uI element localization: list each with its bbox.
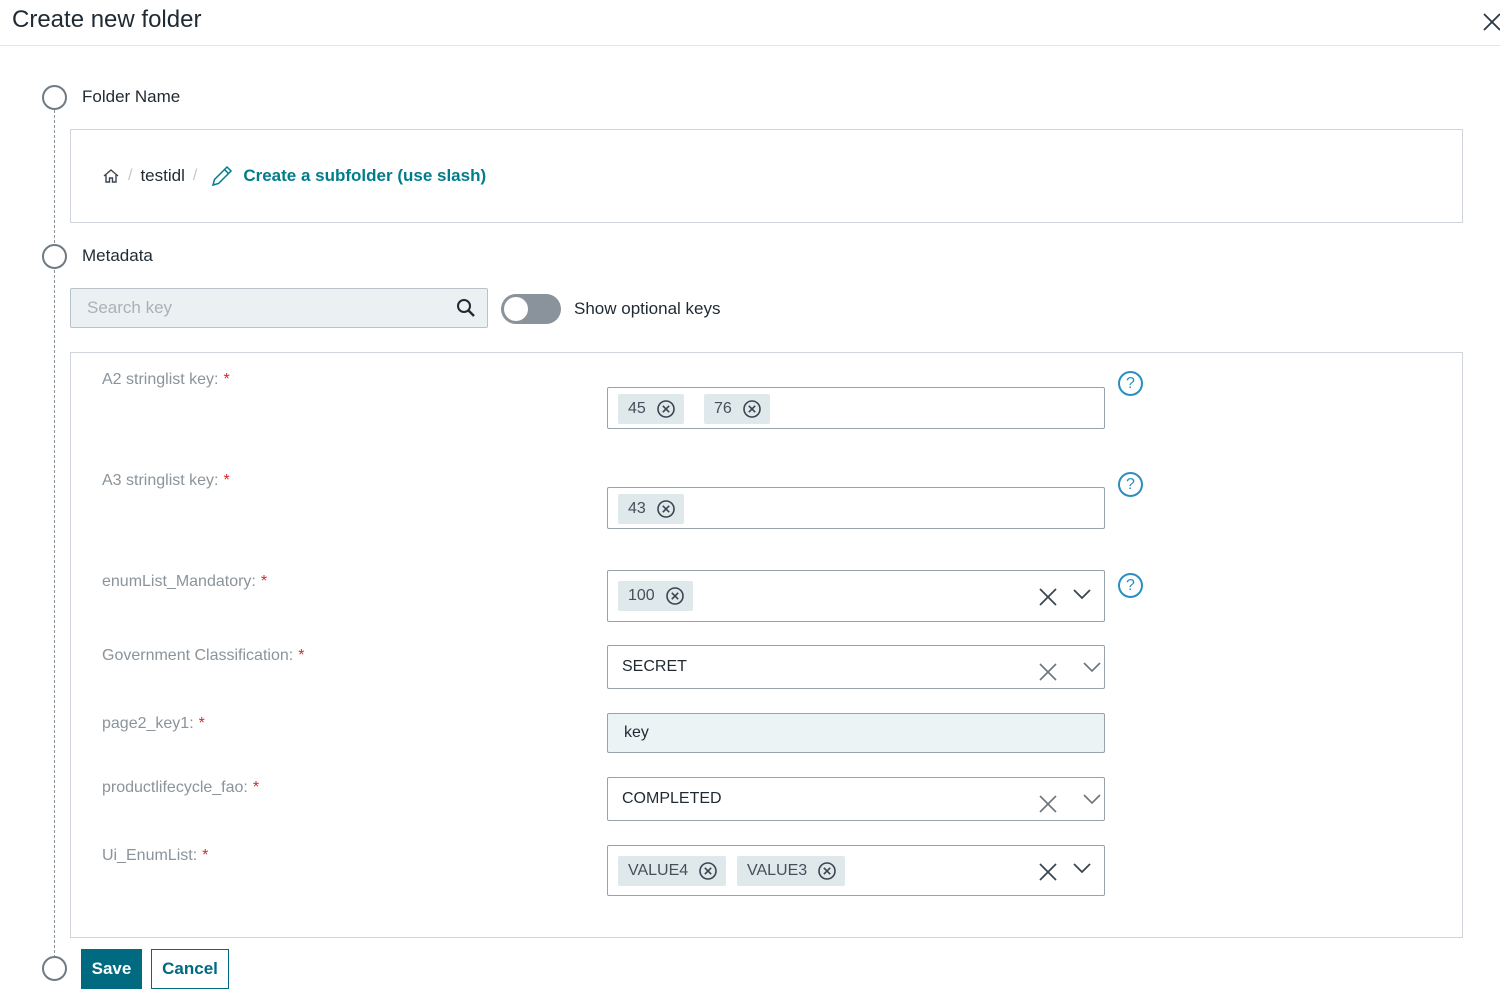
remove-tag-icon[interactable] <box>656 499 676 519</box>
field-label-government-classification: Government Classification: * <box>102 647 305 664</box>
field-label-a2-stringlist: A2 stringlist key: * <box>102 371 230 388</box>
clear-icon[interactable] <box>1038 662 1058 682</box>
field-label-ui-enumlist: Ui_EnumList: * <box>102 847 209 864</box>
input-value: key <box>624 724 649 741</box>
tag-chip: 76 <box>704 394 770 424</box>
step-indicator-folder-name <box>42 85 67 110</box>
tag-chip: 100 <box>618 581 693 611</box>
home-icon[interactable] <box>102 167 120 185</box>
enumlist-mandatory-select[interactable]: 100 <box>607 570 1105 622</box>
show-optional-keys-label: Show optional keys <box>574 299 721 318</box>
remove-tag-icon[interactable] <box>817 861 837 881</box>
remove-tag-icon[interactable] <box>665 586 685 606</box>
search-key-box <box>70 288 488 328</box>
remove-tag-icon[interactable] <box>742 399 762 419</box>
save-button[interactable]: Save <box>81 949 142 989</box>
show-optional-keys-toggle[interactable] <box>501 294 561 324</box>
help-icon[interactable]: ? <box>1118 573 1143 598</box>
tag-chip: VALUE4 <box>618 856 727 886</box>
breadcrumb-separator: / <box>128 167 133 184</box>
help-icon[interactable]: ? <box>1118 371 1143 396</box>
tag-chip: VALUE3 <box>737 856 846 886</box>
search-icon[interactable] <box>455 297 477 319</box>
select-value: SECRET <box>622 658 687 675</box>
clear-icon[interactable] <box>1038 794 1058 814</box>
close-icon[interactable] <box>1480 8 1500 36</box>
step-label-folder-name: Folder Name <box>82 87 181 106</box>
pencil-icon[interactable] <box>209 163 235 189</box>
government-classification-select[interactable]: SECRET <box>607 645 1105 689</box>
chevron-down-icon[interactable] <box>1082 792 1102 806</box>
field-label-productlifecycle-fao: productlifecycle_fao: * <box>102 779 260 796</box>
breadcrumb-separator: / <box>192 167 198 184</box>
cancel-button[interactable]: Cancel <box>151 949 229 989</box>
stepper-rail <box>54 110 55 958</box>
dialog-title: Create new folder <box>12 6 202 33</box>
help-icon[interactable]: ? <box>1118 472 1143 497</box>
dialog-header: Create new folder <box>0 0 1500 46</box>
ui-enumlist-select[interactable]: VALUE4 VALUE3 <box>607 845 1105 896</box>
toggle-knob <box>504 297 528 321</box>
breadcrumb-folder[interactable]: testidl <box>140 166 184 186</box>
clear-icon[interactable] <box>1038 587 1058 607</box>
breadcrumb: / testidl / Create a subfolder (use slas… <box>102 163 486 189</box>
step-indicator-metadata <box>42 244 67 269</box>
create-subfolder-link[interactable]: Create a subfolder (use slash) <box>243 166 486 186</box>
remove-tag-icon[interactable] <box>656 399 676 419</box>
chevron-down-icon[interactable] <box>1072 861 1092 875</box>
page2-key1-input[interactable]: key <box>607 713 1105 753</box>
step-label-metadata: Metadata <box>82 246 153 265</box>
a2-stringlist-input[interactable]: 45 76 <box>607 387 1105 429</box>
select-value: COMPLETED <box>622 790 722 807</box>
field-label-a3-stringlist: A3 stringlist key: * <box>102 472 230 489</box>
tag-chip: 45 <box>618 394 684 424</box>
clear-icon[interactable] <box>1038 862 1058 882</box>
chevron-down-icon[interactable] <box>1082 660 1102 674</box>
field-label-page2-key1: page2_key1: * <box>102 715 205 732</box>
a3-stringlist-input[interactable]: 43 <box>607 487 1105 529</box>
search-key-input[interactable] <box>71 289 451 327</box>
tag-chip: 43 <box>618 494 684 524</box>
productlifecycle-fao-select[interactable]: COMPLETED <box>607 777 1105 821</box>
step-indicator-submit <box>42 956 67 981</box>
remove-tag-icon[interactable] <box>698 861 718 881</box>
field-label-enumlist-mandatory: enumList_Mandatory: * <box>102 573 268 590</box>
chevron-down-icon[interactable] <box>1072 587 1092 601</box>
